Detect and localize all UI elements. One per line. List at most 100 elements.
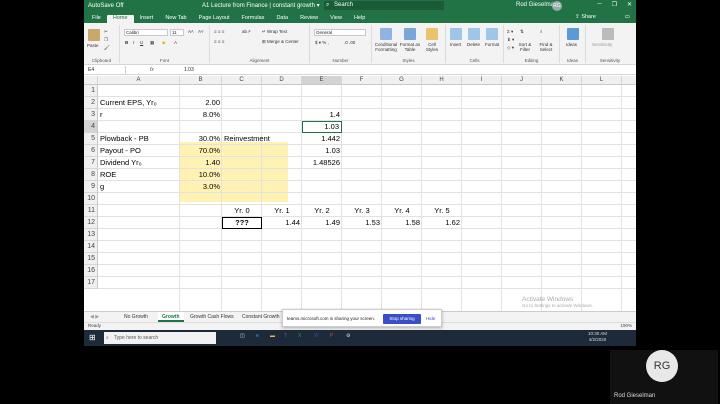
row-header-16[interactable]: 16 <box>84 265 98 277</box>
currency-icon[interactable]: $ ▾ % , <box>315 40 329 46</box>
task-view-icon[interactable]: ◫ <box>240 333 245 339</box>
format-painter-icon[interactable]: 🖌 <box>104 45 110 51</box>
sort-filter-button[interactable]: Sort & Filter <box>517 42 533 52</box>
cell-f12[interactable]: 1.53 <box>342 217 382 229</box>
cell-a2[interactable]: Current EPS, Yr₀ <box>98 97 180 109</box>
share-button[interactable]: ⇪ Share <box>575 14 596 20</box>
autosum-icon[interactable]: Σ ▾ <box>507 29 513 35</box>
autosave-toggle[interactable]: AutoSave Off <box>88 3 124 9</box>
cell-a8[interactable]: ROE <box>98 169 180 181</box>
tab-formulas[interactable]: Formulas <box>236 15 271 23</box>
avatar[interactable]: RG <box>552 1 562 11</box>
row-header-10[interactable]: 10 <box>84 193 98 205</box>
tab-help[interactable]: Help <box>348 15 371 23</box>
cell-styles-button[interactable]: Cell Styles <box>422 42 442 52</box>
conditional-formatting-icon[interactable] <box>380 28 392 40</box>
cell-f11[interactable]: Yr. 3 <box>342 205 382 217</box>
stop-sharing-button[interactable]: Stop sharing <box>383 314 421 324</box>
cell-e3[interactable]: 1.4 <box>302 109 342 121</box>
column-header-l[interactable]: L <box>582 76 622 85</box>
restore-icon[interactable]: ❐ <box>612 1 617 8</box>
column-header-e[interactable]: E <box>302 76 342 85</box>
underline-icon[interactable]: U <box>140 40 143 45</box>
cell-b7[interactable]: 1.40 <box>180 157 222 169</box>
worksheet-grid[interactable]: ABCDEFGHIJKLM 1234567891011121314151617 … <box>84 76 636 311</box>
borders-icon[interactable]: ▦ <box>150 40 154 46</box>
format-as-table-button[interactable]: Format as Table <box>399 42 421 52</box>
row-header-15[interactable]: 15 <box>84 253 98 265</box>
sheet-tab-no-growth[interactable]: No Growth <box>120 312 152 322</box>
teams-icon[interactable]: T <box>284 333 287 339</box>
row-header-9[interactable]: 9 <box>84 181 98 193</box>
tab-data[interactable]: Data <box>270 15 294 23</box>
cell-c11[interactable]: Yr. 0 <box>222 205 262 217</box>
zoom-level[interactable]: 190% <box>620 323 632 328</box>
close-icon[interactable]: ✕ <box>627 1 632 8</box>
name-box[interactable]: E4 <box>86 66 126 74</box>
comments-button[interactable]: ▭ <box>625 14 630 20</box>
cell-b3[interactable]: 8.0% <box>180 109 222 121</box>
sort-filter-icon[interactable]: ⇅ <box>520 29 524 35</box>
select-all-corner[interactable] <box>84 76 98 85</box>
cell-a5[interactable]: Plowback - PB <box>98 133 180 145</box>
format-cells-button[interactable]: Format <box>485 42 499 47</box>
insert-cells-button[interactable]: Insert <box>450 42 461 47</box>
column-header-m[interactable]: M <box>622 76 636 85</box>
cell-c12[interactable]: ??? <box>222 217 262 229</box>
cell-h11[interactable]: Yr. 5 <box>422 205 462 217</box>
cut-icon[interactable]: ✂ <box>104 29 108 35</box>
format-cells-icon[interactable] <box>486 28 498 40</box>
font-name-select[interactable]: Calibri <box>124 29 168 36</box>
align-top-icon[interactable]: ≡ ≡ ≡ <box>214 29 224 34</box>
hide-button[interactable]: Hide <box>426 316 435 321</box>
cell-b8[interactable]: 10.0% <box>180 169 222 181</box>
font-color-icon[interactable]: A <box>174 40 177 45</box>
font-size-select[interactable]: 11 <box>170 29 184 36</box>
row-header-14[interactable]: 14 <box>84 241 98 253</box>
row-header-12[interactable]: 12 <box>84 217 98 229</box>
tab-file[interactable]: File <box>86 15 107 23</box>
cell-e7[interactable]: 1.48526 <box>302 157 342 169</box>
find-select-icon[interactable]: ⌕ <box>540 29 543 34</box>
cell-h12[interactable]: 1.62 <box>422 217 462 229</box>
column-header-f[interactable]: F <box>342 76 382 85</box>
cell-d11[interactable]: Yr. 1 <box>262 205 302 217</box>
fx-icon[interactable]: fx <box>150 66 154 74</box>
cell-g11[interactable]: Yr. 4 <box>382 205 422 217</box>
windows-start-icon[interactable]: ⊞ <box>89 333 96 342</box>
column-header-i[interactable]: I <box>462 76 502 85</box>
file-explorer-icon[interactable]: ▬ <box>270 333 275 339</box>
cell-styles-icon[interactable] <box>426 28 438 40</box>
document-title[interactable]: A1 Lecture from Finance | constant growt… <box>202 2 320 9</box>
wrap-text-button[interactable]: ↵ Wrap Text <box>262 29 287 35</box>
merge-center-button[interactable]: ⊞ Merge & Center <box>262 39 299 45</box>
cell-e6[interactable]: 1.03 <box>302 145 342 157</box>
column-header-c[interactable]: C <box>222 76 262 85</box>
column-header-g[interactable]: G <box>382 76 422 85</box>
conditional-formatting-button[interactable]: Conditional Formatting <box>374 42 398 52</box>
cell-a7[interactable]: Dividend Yr₀ <box>98 157 180 169</box>
row-header-1[interactable]: 1 <box>84 85 98 97</box>
column-header-h[interactable]: H <box>422 76 462 85</box>
row-header-5[interactable]: 5 <box>84 133 98 145</box>
sheet-tab-constant-growth[interactable]: Constant Growth <box>238 312 284 322</box>
number-format-select[interactable]: General <box>314 29 366 36</box>
edge-icon[interactable]: e <box>256 333 259 339</box>
tab-insert[interactable]: Insert <box>134 15 160 23</box>
search-box[interactable]: ⌕ Search <box>324 1 444 10</box>
delete-cells-button[interactable]: Delete <box>467 42 480 47</box>
row-header-13[interactable]: 13 <box>84 229 98 241</box>
column-header-b[interactable]: B <box>180 76 222 85</box>
cell-b5[interactable]: 30.0% <box>180 133 222 145</box>
insert-cells-icon[interactable] <box>450 28 462 40</box>
fill-color-icon[interactable]: ◆ <box>162 40 165 46</box>
ideas-icon[interactable] <box>567 28 579 40</box>
taskbar-search[interactable]: ⌕ Type here to search <box>104 332 216 344</box>
tab-home[interactable]: Home <box>106 15 134 23</box>
delete-cells-icon[interactable] <box>468 28 480 40</box>
sensitivity-icon[interactable] <box>602 28 614 40</box>
row-header-2[interactable]: 2 <box>84 97 98 109</box>
column-header-a[interactable]: A <box>98 76 180 85</box>
find-select-button[interactable]: Find & Select <box>536 42 556 52</box>
tab-page-layout[interactable]: Page Layout <box>193 15 236 23</box>
